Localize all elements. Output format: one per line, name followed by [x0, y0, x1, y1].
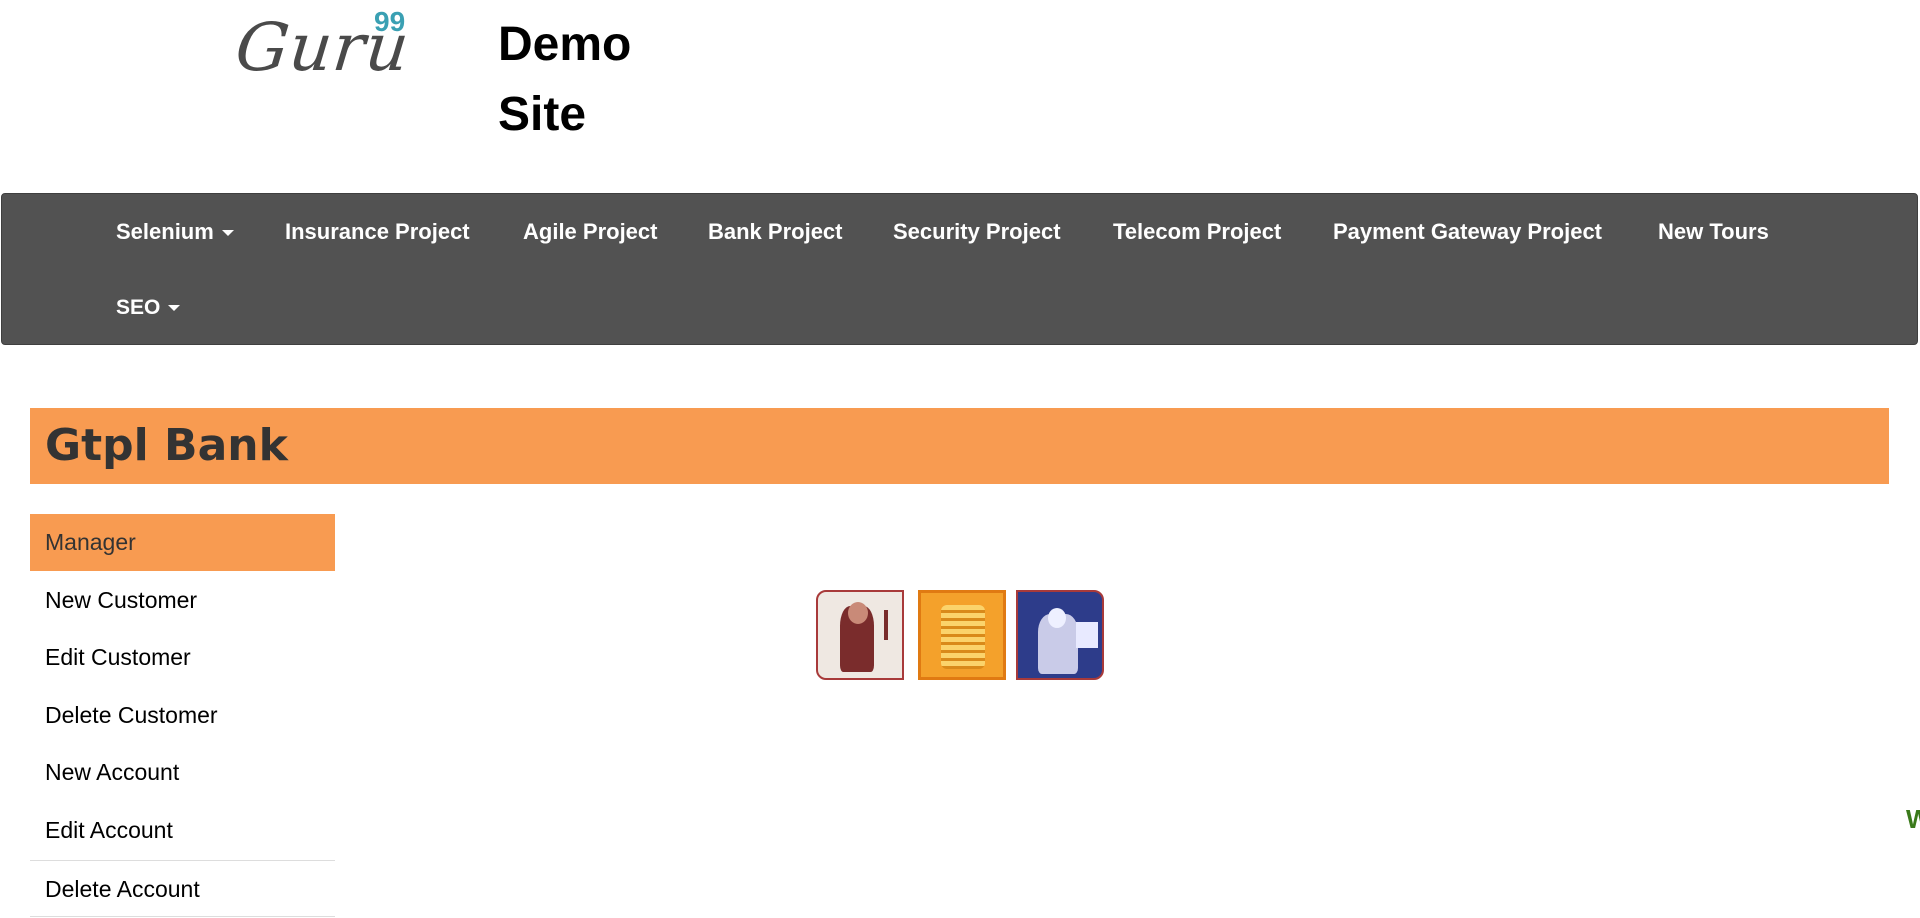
- coins-stack-image: [918, 590, 1006, 680]
- sidebar-item-manager[interactable]: Manager: [30, 514, 335, 571]
- nav-telecom-project[interactable]: Telecom Project: [1113, 219, 1281, 245]
- nav-selenium-dropdown[interactable]: Selenium: [116, 219, 234, 245]
- nav-selenium-label: Selenium: [116, 219, 214, 244]
- nav-new-tours[interactable]: New Tours: [1658, 219, 1769, 245]
- bank-title: Gtpl Bank: [45, 420, 288, 471]
- logo-superscript: 99: [374, 6, 406, 37]
- manager-sidebar-menu: Manager New Customer Edit Customer Delet…: [30, 514, 335, 917]
- sidebar-item-edit-account[interactable]: Edit Account: [30, 802, 335, 859]
- site-title-line1: Demo: [498, 18, 632, 71]
- site-title: Demo Site: [498, 10, 698, 150]
- caret-down-icon: [168, 305, 181, 312]
- nav-security-project[interactable]: Security Project: [893, 219, 1061, 245]
- sidebar-item-delete-account[interactable]: Delete Account: [30, 859, 335, 917]
- nav-bank-project[interactable]: Bank Project: [708, 219, 843, 245]
- bank-header-bar: Gtpl Bank: [30, 408, 1889, 484]
- guru99-logo[interactable]: Guru 99: [232, 6, 416, 88]
- sidebar-item-edit-customer[interactable]: Edit Customer: [30, 629, 335, 686]
- sidebar-item-new-account[interactable]: New Account: [30, 744, 335, 801]
- site-title-line2: Site: [498, 88, 587, 141]
- nav-insurance-project[interactable]: Insurance Project: [285, 219, 470, 245]
- nav-seo-label: SEO: [116, 296, 161, 319]
- customer-photo-image: [1016, 590, 1104, 680]
- right-edge-text: W: [1906, 804, 1920, 834]
- sidebar-item-delete-customer[interactable]: Delete Customer: [30, 687, 335, 744]
- banker-photo-image: [816, 590, 904, 680]
- sidebar-item-new-customer[interactable]: New Customer: [30, 572, 335, 629]
- nav-agile-project[interactable]: Agile Project: [523, 219, 657, 245]
- main-navbar: Selenium Insurance Project Agile Project…: [1, 193, 1918, 345]
- nav-seo-dropdown[interactable]: SEO: [116, 295, 181, 321]
- caret-down-icon: [221, 230, 234, 237]
- nav-payment-gateway-project[interactable]: Payment Gateway Project: [1333, 219, 1602, 245]
